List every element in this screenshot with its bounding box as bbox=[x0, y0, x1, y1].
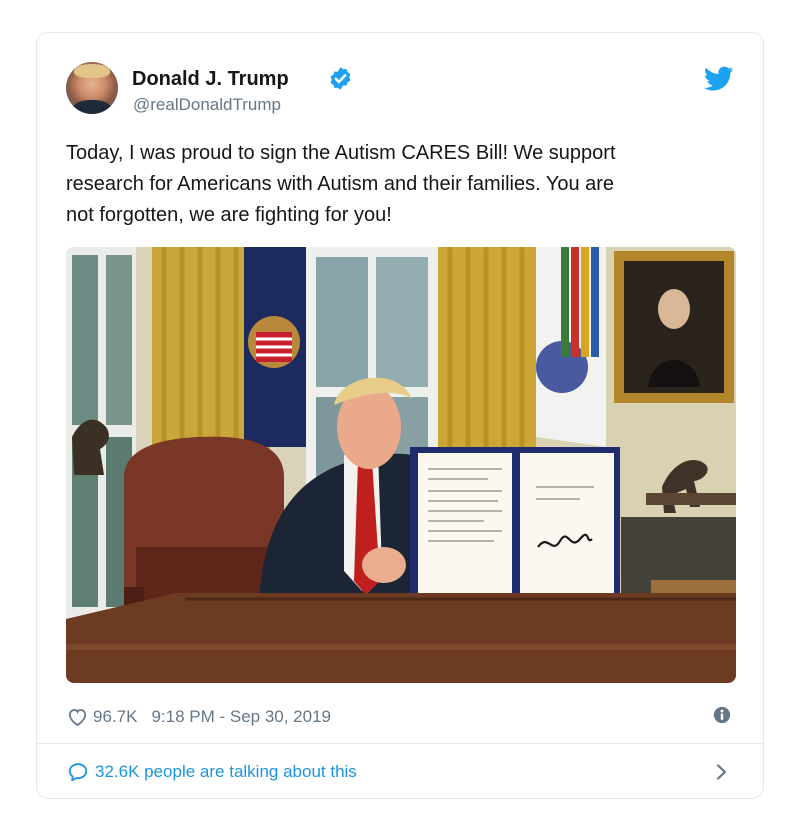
speech-bubble-icon bbox=[68, 763, 88, 782]
avatar[interactable] bbox=[66, 62, 118, 114]
like-count[interactable]: 96.7K bbox=[93, 707, 137, 727]
conversation-link-text[interactable]: 32.6K people are talking about this bbox=[95, 762, 357, 782]
tweet-card[interactable]: Donald J. Trump @realDonaldTrump Today, … bbox=[36, 32, 764, 799]
twitter-bird-icon[interactable] bbox=[704, 66, 734, 92]
info-icon[interactable] bbox=[713, 706, 731, 724]
tweet-photo[interactable] bbox=[66, 247, 736, 683]
conversation-link[interactable]: 32.6K people are talking about this bbox=[67, 760, 357, 784]
heart-icon[interactable] bbox=[67, 707, 88, 727]
card-divider bbox=[37, 743, 763, 744]
chevron-right-icon[interactable] bbox=[713, 763, 729, 781]
photo-illustration bbox=[66, 247, 736, 683]
tweet-meta-row: 96.7K 9:18 PM - Sep 30, 2019 bbox=[67, 705, 331, 729]
verified-badge-icon bbox=[330, 67, 351, 90]
tweet-timestamp[interactable]: 9:18 PM - Sep 30, 2019 bbox=[151, 707, 331, 727]
author-name[interactable]: Donald J. Trump bbox=[132, 68, 289, 91]
tweet-text: Today, I was proud to sign the Autism CA… bbox=[66, 142, 616, 226]
author-handle[interactable]: @realDonaldTrump bbox=[133, 95, 281, 115]
